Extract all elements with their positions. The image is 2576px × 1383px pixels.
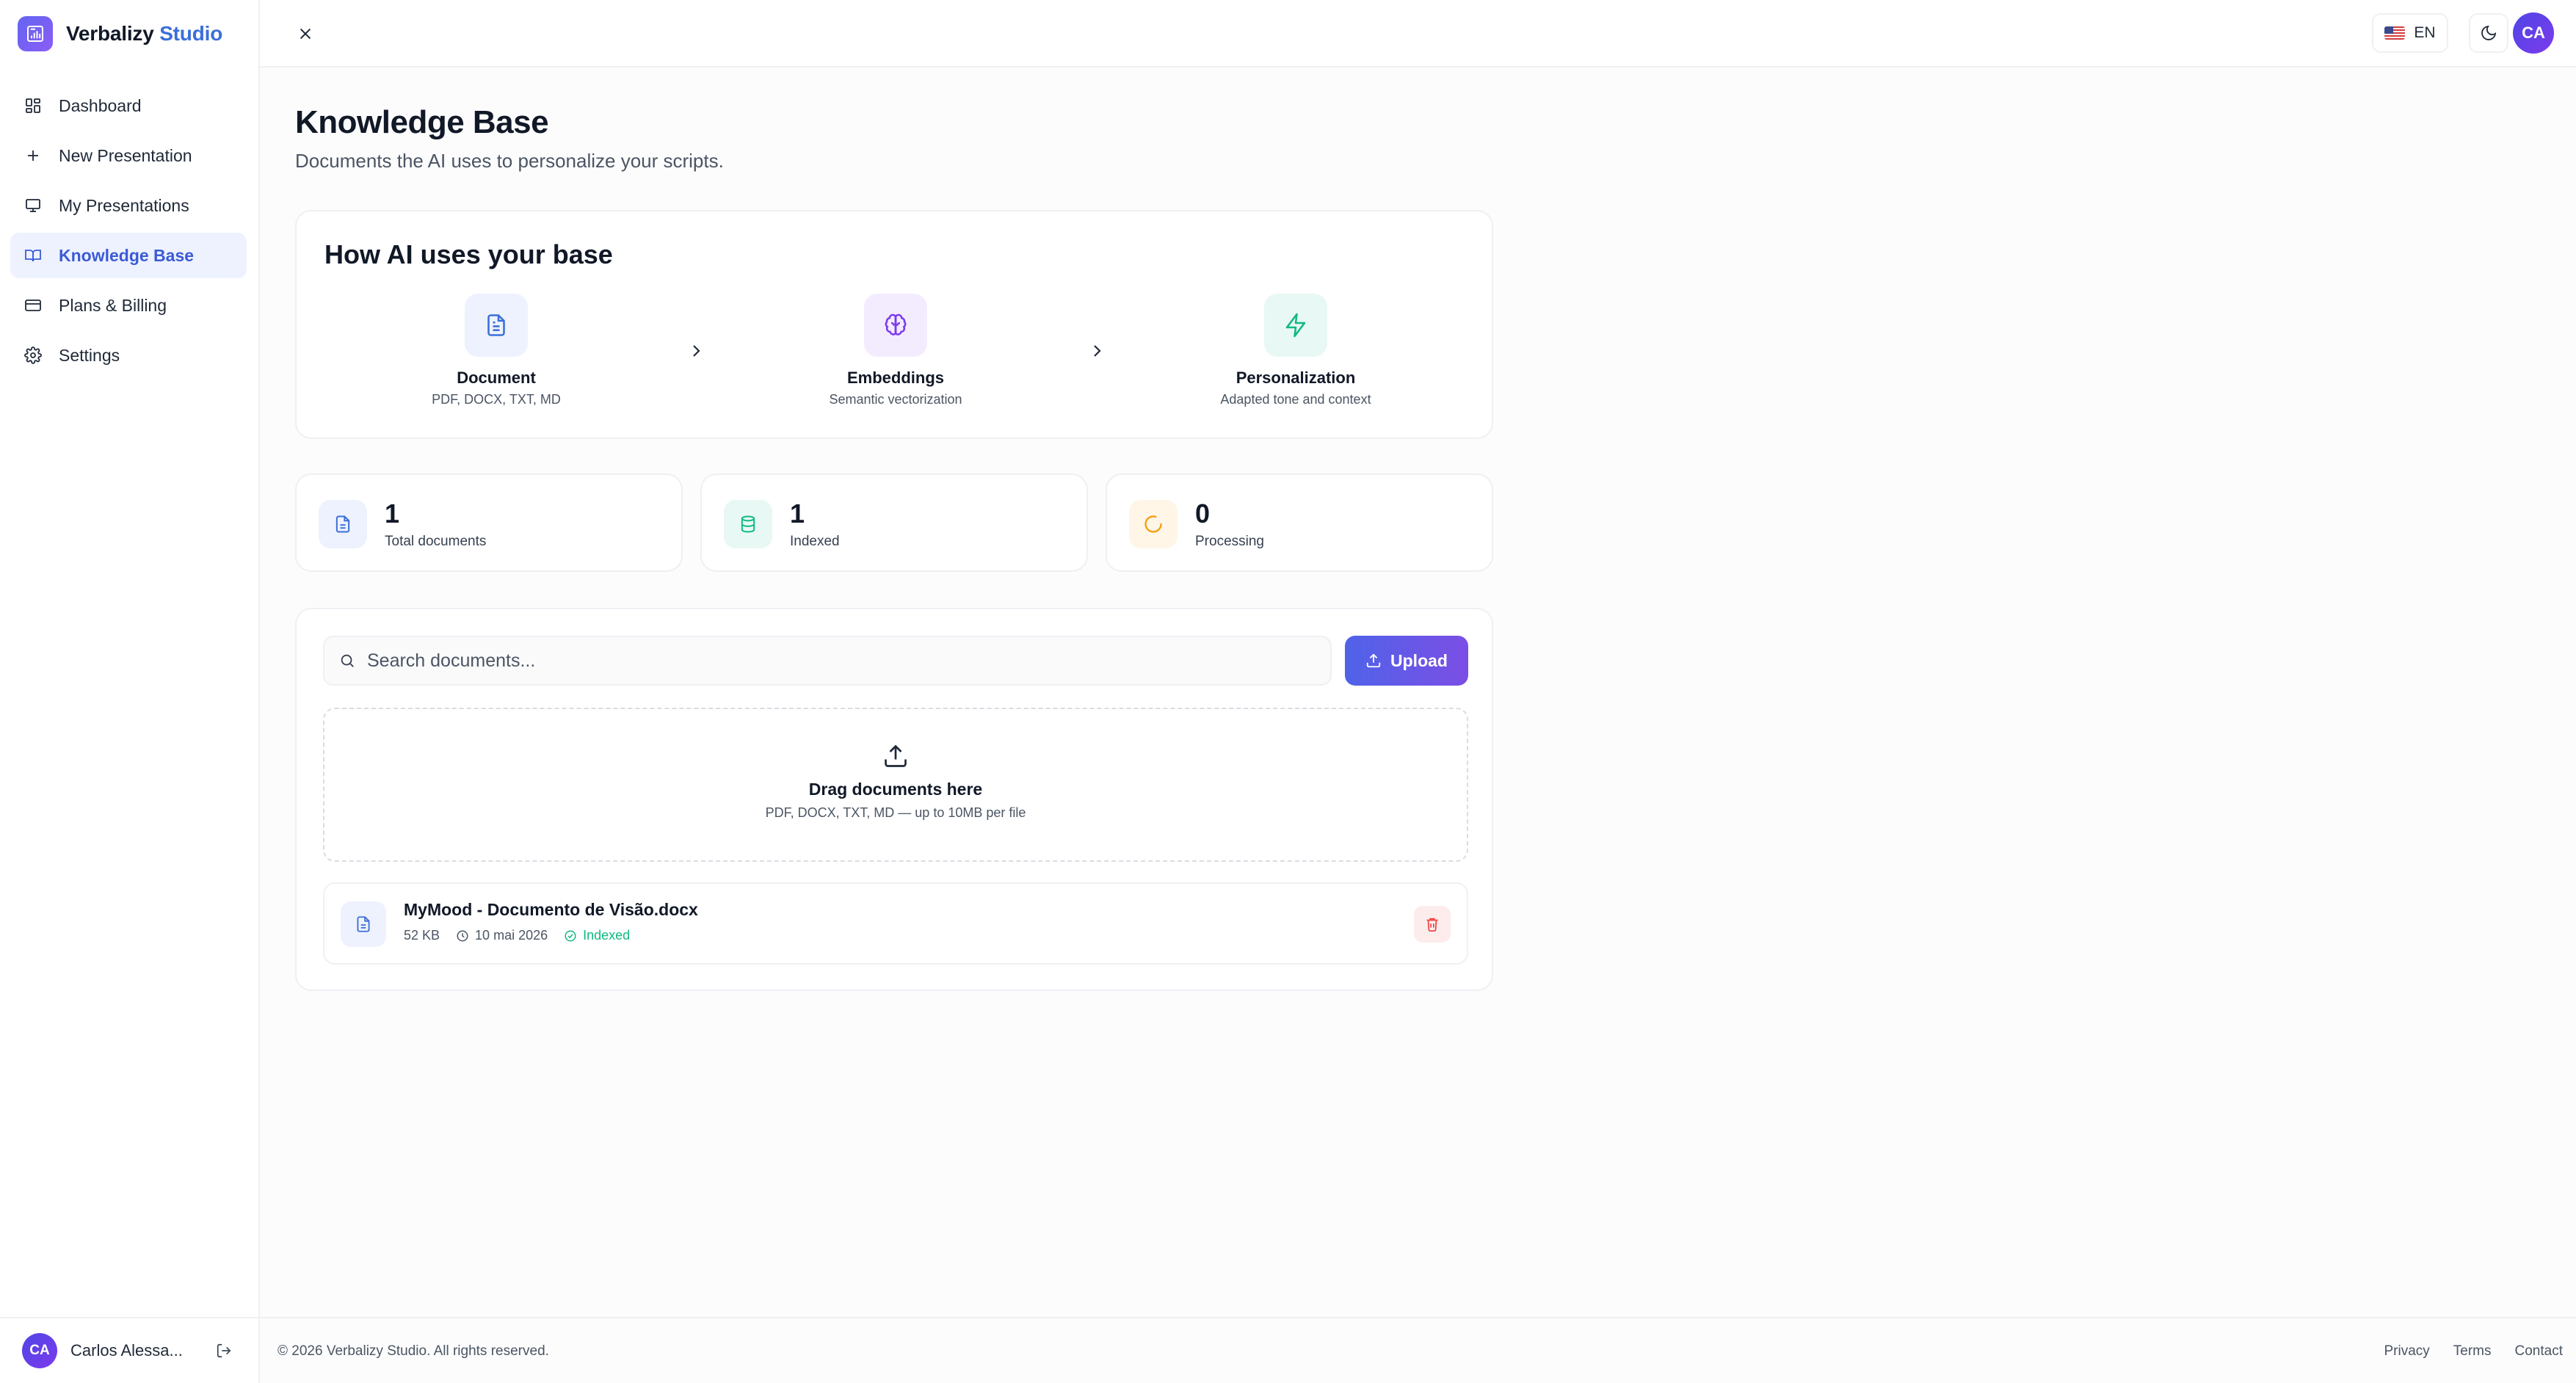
upload-dropzone[interactable]: Drag documents here PDF, DOCX, TXT, MD —… [323, 708, 1468, 862]
status-badge: Indexed [564, 928, 630, 943]
app-logo-icon [18, 16, 53, 51]
how-it-works-card: How AI uses your base Document PDF, DOCX… [295, 210, 1493, 439]
sidebar-item-knowledge-base[interactable]: Knowledge Base [10, 233, 247, 278]
sidebar-item-label: New Presentation [59, 145, 192, 165]
stat-label: Total documents [385, 534, 487, 549]
stat-total-documents: 1 Total documents [295, 473, 683, 572]
step-desc: Adapted tone and context [1220, 392, 1371, 407]
document-date-wrap: 10 mai 2026 [456, 928, 548, 943]
app-name-accent: Studio [159, 22, 223, 45]
moon-icon [2481, 25, 2497, 40]
documents-card: Upload Drag documents here PDF, DOCX, TX… [295, 608, 1493, 991]
step-name: Personalization [1236, 369, 1356, 387]
spinner-icon [1129, 500, 1178, 548]
document-date: 10 mai 2026 [475, 928, 548, 943]
step-name: Embeddings [846, 369, 944, 387]
clock-icon [457, 930, 468, 941]
footer-link-contact[interactable]: Contact [2515, 1343, 2563, 1360]
step-desc: PDF, DOCX, TXT, MD [432, 392, 561, 407]
check-circle-icon [565, 930, 576, 941]
stat-indexed: 1 Indexed [700, 473, 1088, 572]
database-icon [724, 500, 772, 548]
lightning-icon [1264, 294, 1327, 357]
stat-value: 1 [790, 498, 805, 529]
step-embeddings: Embeddings Semantic vectorization [786, 294, 1006, 407]
trash-icon [1426, 918, 1438, 932]
sidebar-user: CA Carlos Alessa... [0, 1317, 258, 1383]
brain-icon [864, 294, 927, 357]
logout-icon [217, 1343, 231, 1358]
copyright: © 2026 Verbalizy Studio. All rights rese… [277, 1343, 549, 1359]
sidebar-item-label: Dashboard [59, 95, 142, 115]
file-text-icon [341, 901, 386, 947]
chevron-right-icon [687, 342, 705, 360]
upload-label: Upload [1390, 650, 1448, 670]
logout-button[interactable] [213, 1340, 235, 1362]
step-name: Document [457, 369, 536, 387]
sidebar-item-settings[interactable]: Settings [10, 333, 247, 378]
sidebar-item-my-presentations[interactable]: My Presentations [10, 183, 247, 228]
brand[interactable]: Verbalizy Studio [18, 16, 222, 51]
user-avatar-button[interactable]: CA [2513, 12, 2554, 54]
dashboard-icon [23, 96, 43, 115]
stat-label: Processing [1195, 534, 1264, 549]
user-name: Carlos Alessa... [70, 1341, 183, 1360]
language-selector[interactable]: EN [2372, 13, 2448, 53]
step-personalization: Personalization Adapted tone and context [1186, 294, 1406, 407]
credit-card-icon [23, 296, 43, 315]
step-desc: Semantic vectorization [829, 392, 962, 407]
stat-label: Indexed [790, 534, 840, 549]
app-name-main: Verbalizy [66, 22, 154, 45]
sidebar-item-dashboard[interactable]: Dashboard [10, 83, 247, 128]
presentation-icon [23, 196, 43, 215]
document-name: MyMood - Documento de Visão.docx [404, 900, 698, 919]
sidebar-item-label: Settings [59, 345, 120, 365]
delete-document-button[interactable] [1414, 906, 1451, 943]
stat-value: 1 [385, 498, 400, 529]
footer-links: Privacy Terms Contact [2384, 1343, 2563, 1360]
search-icon [341, 654, 354, 667]
footer-link-privacy[interactable]: Privacy [2384, 1343, 2429, 1360]
footer-link-terms[interactable]: Terms [2453, 1343, 2492, 1360]
language-label: EN [2414, 24, 2436, 41]
gear-icon [23, 346, 43, 365]
sidebar-item-plans-billing[interactable]: Plans & Billing [10, 283, 247, 328]
upload-button[interactable]: Upload [1345, 636, 1468, 686]
page-title: Knowledge Base [295, 104, 549, 140]
close-icon [300, 28, 311, 40]
file-text-icon [319, 500, 367, 548]
avatar[interactable]: CA [22, 1333, 57, 1368]
page-footer: © 2026 Verbalizy Studio. All rights rese… [260, 1317, 2576, 1383]
sidebar-item-label: Plans & Billing [59, 295, 167, 315]
upload-icon [882, 743, 909, 769]
page-subtitle: Documents the AI uses to personalize you… [295, 150, 724, 172]
chevron-right-icon [1088, 342, 1106, 360]
upload-icon [1366, 653, 1381, 668]
search-box [323, 636, 1332, 686]
document-status: Indexed [583, 928, 631, 943]
sidebar-item-label: Knowledge Base [59, 245, 195, 265]
theme-toggle-button[interactable] [2469, 13, 2508, 53]
book-open-icon [23, 246, 43, 265]
dropzone-title: Drag documents here [808, 780, 983, 799]
sidebar-item-new-presentation[interactable]: New Presentation [10, 133, 247, 178]
us-flag-icon [2384, 26, 2406, 40]
step-document: Document PDF, DOCX, TXT, MD [386, 294, 606, 407]
app-name: Verbalizy Studio [66, 22, 222, 46]
search-input[interactable] [367, 637, 1330, 684]
sidebar-item-label: My Presentations [59, 195, 189, 215]
document-size: 52 KB [404, 928, 440, 943]
stat-processing: 0 Processing [1106, 473, 1493, 572]
document-meta: 52 KB 10 mai 2026 Indexed [404, 928, 630, 943]
plus-icon [23, 146, 43, 165]
sidebar: Verbalizy Studio Dashboard New Presentat… [0, 0, 260, 1383]
close-button[interactable] [294, 22, 317, 46]
sidebar-nav: Dashboard New Presentation My Presentati… [10, 83, 247, 382]
topbar: EN CA [260, 0, 2576, 68]
list-item[interactable]: MyMood - Documento de Visão.docx 52 KB 1… [323, 882, 1468, 965]
stat-value: 0 [1195, 498, 1211, 529]
how-it-works-title: How AI uses your base [324, 239, 613, 269]
dropzone-desc: PDF, DOCX, TXT, MD — up to 10MB per file [765, 805, 1026, 820]
file-text-icon [465, 294, 528, 357]
